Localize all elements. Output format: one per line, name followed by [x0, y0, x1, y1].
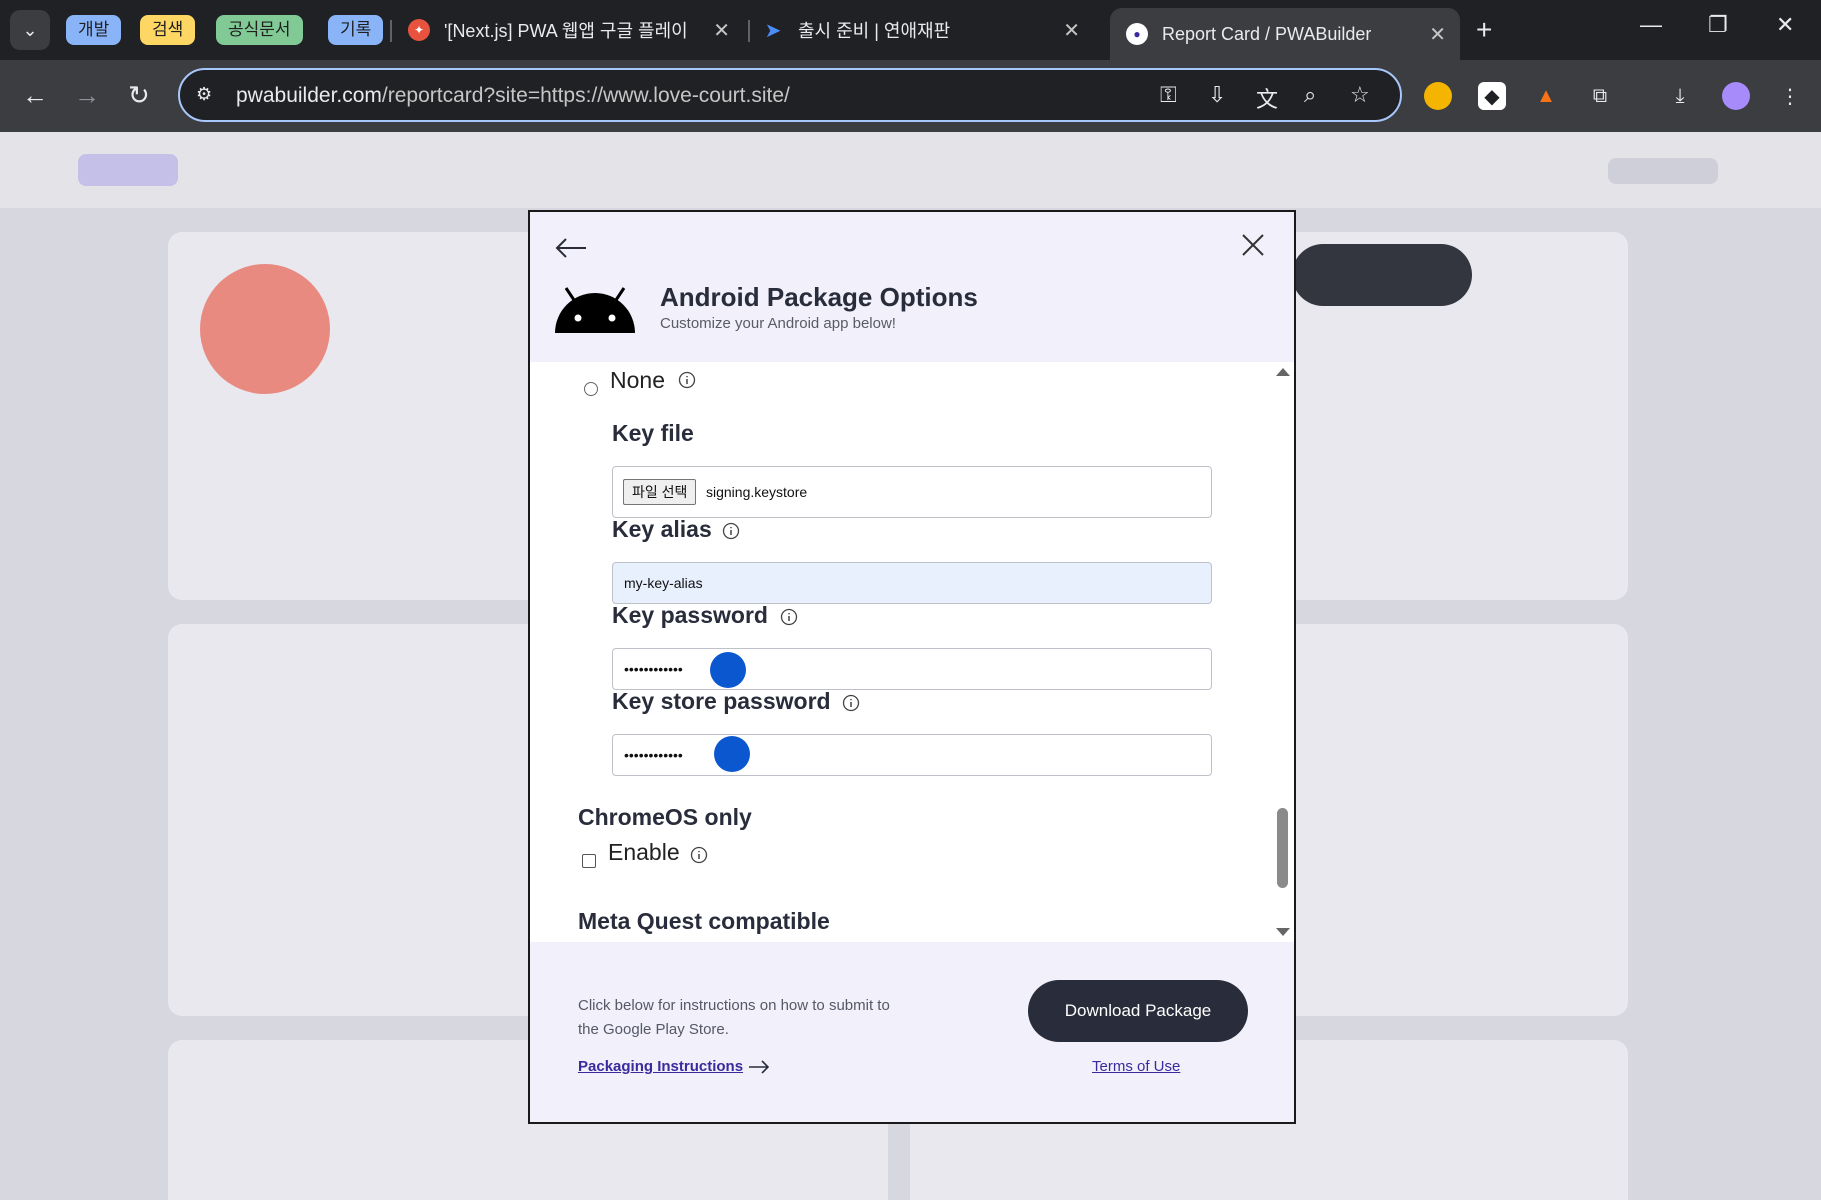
info-icon[interactable]	[842, 694, 860, 712]
tab-group-docs[interactable]: 공식문서	[216, 15, 303, 45]
address-bar[interactable]: ⚙ pwabuilder.com/reportcard?site=https:/…	[178, 68, 1402, 122]
dialog-header: Android Package Options Customize your A…	[530, 212, 1294, 362]
chromeos-section-title: ChromeOS only	[578, 804, 752, 830]
translate-icon[interactable]: 文	[1256, 82, 1278, 114]
pointer-cursor-indicator	[710, 652, 746, 688]
key-password-label: Key password	[612, 602, 768, 628]
key-store-password-label: Key store password	[612, 688, 831, 714]
scroll-up-arrow-icon[interactable]	[1276, 368, 1290, 376]
key-store-password-input[interactable]: ••••••••••••	[612, 734, 1212, 776]
close-icon[interactable]	[1240, 232, 1266, 258]
tab-separator	[748, 20, 750, 42]
url-text[interactable]: pwabuilder.com/reportcard?site=https://w…	[236, 84, 790, 108]
chromeos-enable-checkbox[interactable]	[582, 854, 596, 868]
package-button-bg	[1292, 244, 1472, 306]
scroll-down-arrow-icon[interactable]	[1276, 928, 1290, 936]
close-tab-icon[interactable]: ✕	[713, 18, 730, 43]
arrow-right-icon[interactable]	[748, 1060, 770, 1074]
tab-nextjs-pwa[interactable]: ✦ '[Next.js] PWA 웹앱 구글 플레이 ✕	[408, 8, 744, 52]
pwabuilder-favicon-icon: ●	[1126, 23, 1148, 45]
dialog-footer: Click below for instructions on how to s…	[530, 942, 1294, 1122]
new-tab-button[interactable]: +	[1476, 14, 1492, 46]
dialog-scrollbar[interactable]	[1274, 362, 1290, 942]
android-icon	[555, 287, 635, 333]
tab-favicon-icon: ➤	[764, 19, 782, 42]
tab-search-button[interactable]: ⌄	[10, 10, 50, 50]
tab-strip: ⌄ 개발 검색 공식문서 기록 ✦ '[Next.js] PWA 웹앱 구글 플…	[0, 0, 1821, 60]
install-app-icon[interactable]: ⇩	[1208, 82, 1226, 108]
info-icon[interactable]	[780, 608, 798, 626]
extension-color-icon[interactable]	[1424, 82, 1452, 110]
dialog-subtitle: Customize your Android app below!	[660, 315, 896, 332]
selected-file-name: signing.keystore	[706, 484, 808, 500]
close-tab-icon[interactable]: ✕	[1063, 18, 1080, 43]
terms-of-use-link[interactable]: Terms of Use	[1092, 1058, 1180, 1075]
tab-group-records[interactable]: 기록	[328, 15, 384, 45]
more-menu-icon[interactable]: ⋮	[1776, 82, 1804, 110]
password-key-icon[interactable]: ⚿	[1160, 82, 1177, 108]
tab-report-card[interactable]: ● Report Card / PWABuilder ✕	[1110, 8, 1460, 60]
site-header	[0, 132, 1821, 208]
restore-button[interactable]: ❐	[1708, 12, 1728, 38]
packaging-instructions-link[interactable]: Packaging Instructions	[578, 1058, 743, 1075]
reload-button[interactable]: ↻	[128, 80, 150, 111]
forward-button[interactable]: →	[74, 80, 100, 111]
scrollbar-thumb[interactable]	[1277, 808, 1288, 888]
info-icon[interactable]	[722, 522, 740, 540]
signing-none-label: None	[610, 367, 665, 393]
dialog-scroll-area[interactable]: None Key file 파일 선택 signing.keystore Key…	[530, 362, 1294, 942]
key-password-input[interactable]: ••••••••••••	[612, 648, 1212, 690]
key-file-input[interactable]: 파일 선택 signing.keystore	[612, 466, 1212, 518]
key-file-label: Key file	[612, 420, 694, 446]
profile-avatar[interactable]	[1722, 82, 1750, 110]
zoom-icon[interactable]: ⌕	[1304, 82, 1316, 108]
signing-none-radio[interactable]	[584, 382, 598, 396]
bookmark-star-icon[interactable]: ☆	[1350, 82, 1370, 108]
tab-group-dev[interactable]: 개발	[66, 15, 122, 45]
tab-favicon-icon: ✦	[408, 19, 430, 41]
chevron-down-icon: ⌄	[22, 19, 38, 40]
back-arrow-icon[interactable]	[554, 236, 588, 260]
tab-separator	[390, 20, 392, 42]
download-package-button[interactable]: Download Package	[1028, 980, 1248, 1042]
key-alias-input[interactable]: my-key-alias	[612, 562, 1212, 604]
submission-instructions-text: Click below for instructions on how to s…	[578, 997, 890, 1038]
header-link	[1608, 158, 1718, 184]
dialog-title: Android Package Options	[660, 282, 978, 312]
key-alias-label: Key alias	[612, 516, 712, 542]
info-icon[interactable]	[690, 846, 708, 864]
tab-release-prep[interactable]: ➤ 출시 준비 | 연애재판 ✕	[762, 8, 1094, 52]
close-tab-icon[interactable]: ✕	[1429, 22, 1446, 47]
logo	[78, 154, 178, 186]
extensions-puzzle-icon[interactable]: ⧉	[1586, 82, 1614, 110]
choose-file-button[interactable]: 파일 선택	[623, 479, 697, 505]
extension-fox-icon[interactable]: ▲	[1532, 82, 1560, 110]
pointer-cursor-indicator	[714, 736, 750, 772]
extension-code-icon[interactable]: ◆	[1478, 82, 1506, 110]
tab-group-search[interactable]: 검색	[140, 15, 196, 45]
downloads-icon[interactable]: ⤓	[1666, 82, 1694, 110]
android-package-options-dialog: Android Package Options Customize your A…	[528, 210, 1296, 1124]
site-icon	[200, 264, 330, 394]
close-window-button[interactable]: ✕	[1776, 12, 1794, 38]
meta-quest-section-title: Meta Quest compatible	[578, 908, 830, 934]
back-button[interactable]: ←	[22, 80, 48, 111]
site-settings-icon[interactable]: ⚙	[196, 84, 212, 105]
info-icon[interactable]	[678, 371, 696, 389]
browser-toolbar: ← → ↻ ⚙ pwabuilder.com/reportcard?site=h…	[0, 60, 1821, 132]
minimize-button[interactable]: —	[1640, 12, 1662, 38]
chromeos-enable-label: Enable	[608, 839, 680, 865]
